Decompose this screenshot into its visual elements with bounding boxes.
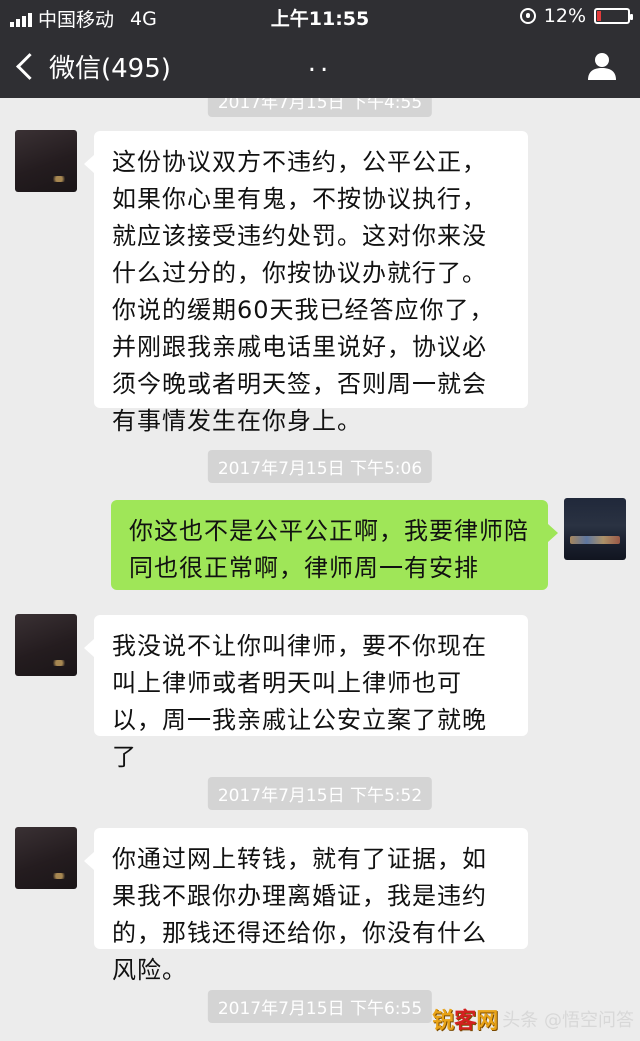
message-bubble-outgoing[interactable]: 你这也不是公平公正啊，我要律师陪同也很正常啊，律师周一有安排 — [111, 500, 558, 590]
nav-bar: 微信(495) .. — [0, 34, 640, 98]
chat-area[interactable]: 2017年7月15日 下午4:55 这份协议双方不违约，公平公正，如果你心里有鬼… — [0, 98, 640, 1041]
message-bubble-incoming[interactable]: 你通过网上转钱，就有了证据，如果我不跟你办理离婚证，我是违约的，那钱还得还给你，… — [84, 828, 528, 984]
contact-avatar[interactable] — [15, 130, 77, 192]
orientation-lock-icon — [519, 8, 536, 24]
message-bubble-incoming[interactable]: 这份协议双方不违约，公平公正，如果你心里有鬼，不按协议执行，就应该接受违约处罚。… — [84, 131, 528, 435]
contact-avatar[interactable] — [15, 827, 77, 889]
watermark-brand: 锐客网 — [432, 1009, 499, 1034]
timestamp: 2017年7月15日 下午4:55 — [207, 98, 433, 117]
my-avatar[interactable] — [564, 498, 626, 560]
watermark-toutiao: 头条 @悟空问答 — [502, 1010, 634, 1031]
message-bubble-incoming[interactable]: 我没说不让你叫律师，要不你现在叫上律师或者明天叫上律师也可以，周一我亲戚让公安立… — [84, 615, 528, 771]
battery-fill — [597, 11, 601, 21]
timestamp: 2017年7月15日 下午5:52 — [207, 777, 433, 810]
status-right: 12% — [519, 5, 633, 27]
status-bar: 中国移动 4G 上午11:55 12% — [0, 0, 640, 34]
timestamp: 2017年7月15日 下午5:06 — [207, 450, 433, 483]
contact-avatar[interactable] — [15, 614, 77, 676]
timestamp: 2017年7月15日 下午6:55 — [207, 990, 433, 1023]
person-icon[interactable] — [586, 50, 618, 82]
watermark: 锐客网 头条 @悟空问答 — [432, 1003, 634, 1035]
battery-icon — [594, 8, 633, 24]
battery-percent: 12% — [543, 5, 586, 27]
chat-title: .. — [307, 48, 333, 78]
